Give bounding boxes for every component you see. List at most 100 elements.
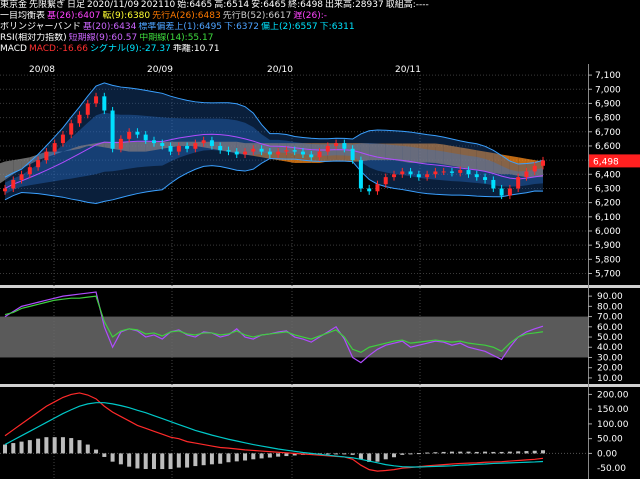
macd-histogram-bar <box>135 453 140 469</box>
candle-body <box>209 140 214 146</box>
macd-histogram-bar <box>185 453 190 468</box>
macd-tick-label: 50.00 <box>597 435 623 445</box>
macd-histogram-bar <box>127 453 132 467</box>
candle-body <box>267 151 272 155</box>
price-tick-label: 6,100 <box>595 213 621 223</box>
macd-histogram-bar <box>441 451 446 454</box>
candle-body <box>27 167 32 175</box>
legend-line-bollinger: ボリンジャーバンド 基(20):6434 標準偏差上(1):6495 下:6372 偏上… <box>0 22 640 33</box>
chart-canvas[interactable]: 5,700 5,800 5,900 6,000 6,100 6,200 6,300 6,400… <box>0 0 640 479</box>
candle-body <box>3 188 7 192</box>
close-value: 終:6498 <box>288 0 324 10</box>
macd-signal: シグナル(9):-27.37 <box>90 44 171 54</box>
candle-body <box>85 103 90 115</box>
macd-histogram-bar <box>102 453 107 457</box>
candle-body <box>201 140 206 144</box>
macd-histogram-bar <box>243 453 248 461</box>
macd-histogram-bar <box>408 453 413 455</box>
candle-body <box>60 134 65 144</box>
bollinger-up2: 偏上(2):6557 <box>260 22 318 32</box>
rsi-mid: 中期線(14):55.17 <box>139 33 214 43</box>
candle-body <box>11 179 16 189</box>
macd-tick-label: 100.00 <box>597 420 629 430</box>
candle-body <box>367 188 372 192</box>
date-tick-label: 20/09 <box>147 65 173 75</box>
macd-histogram-bar <box>151 453 156 470</box>
macd-histogram-bar <box>36 438 41 454</box>
rsi-tick-label: 40.00 <box>597 343 623 353</box>
ichimoku-span-b: 先行B(52):6617 <box>222 11 292 21</box>
macd-label: MACD <box>0 44 27 54</box>
macd-histogram-bar <box>532 450 537 454</box>
rsi-tick-label: 60.00 <box>597 323 623 333</box>
quote-date: 2020/11/09 <box>87 0 139 10</box>
price-tick-label: 6,900 <box>595 99 621 109</box>
bollinger-up1: 標準偏差上(1):6495 <box>138 22 223 32</box>
macd-histogram-bar <box>383 453 388 460</box>
candle-body <box>425 174 430 178</box>
candle-body <box>218 145 223 151</box>
candle-body <box>524 171 529 178</box>
macd-histogram-bar <box>110 453 115 462</box>
macd-histogram-bar <box>276 453 281 457</box>
rsi-tick-label: 30.00 <box>597 353 623 363</box>
ichimoku-conversion: 転(9):6380 <box>102 11 151 21</box>
rsi-tick-label: 50.00 <box>597 333 623 343</box>
macd-histogram-bar <box>449 451 454 454</box>
rsi-tick-label: 20.00 <box>597 364 623 374</box>
macd-histogram-bar <box>201 453 206 466</box>
candle-body <box>375 184 380 192</box>
macd-histogram-bar <box>433 452 438 454</box>
candle-body <box>69 123 74 135</box>
macd-histogram-bar <box>27 440 32 454</box>
candle-body <box>491 179 496 189</box>
candle-body <box>94 96 99 104</box>
candle-body <box>541 160 545 166</box>
candle-body <box>350 148 355 161</box>
candle-body <box>416 174 421 178</box>
candle-body <box>44 151 49 161</box>
candle-body <box>243 151 248 155</box>
macd-histogram-bar <box>85 444 90 454</box>
legend-line-ichimoku: 一目均衡表 基(26):6407 転(9):6380 先行A(26):6483 先行B(… <box>0 11 640 22</box>
macd-histogram-bar <box>541 450 545 454</box>
macd-histogram-bar <box>176 453 181 468</box>
candle-body <box>474 174 479 178</box>
bollinger-dn1: 下:6372 <box>224 22 259 32</box>
period-label: 日足 <box>67 0 86 10</box>
candle-body <box>118 138 123 149</box>
candle-body <box>292 150 297 152</box>
candle-body <box>507 188 512 196</box>
candle-body <box>433 171 438 175</box>
contract-name: 先限繋ぎ <box>29 0 66 10</box>
macd-histogram-bar <box>466 451 471 454</box>
legend-line-macd: MACD MACD:-16.66 シグナル(9):-27.37 乖離:10.71 <box>0 44 640 55</box>
market-name: 東京金 <box>0 0 28 10</box>
candle-body <box>259 148 264 152</box>
candle-body <box>234 151 239 155</box>
macd-histogram-bar <box>52 437 57 454</box>
candle-body <box>193 143 198 149</box>
legend-line-rsi: RSI(相対力指数) 短期線(9):60.57 中期線(14):55.17 <box>0 33 640 44</box>
rsi-label: RSI(相対力指数) <box>0 33 67 43</box>
macd-tick-label: 200.00 <box>597 390 629 400</box>
candle-body <box>110 110 115 149</box>
macd-histogram-bar <box>284 453 289 457</box>
candle-body <box>309 154 314 158</box>
macd-value: MACD:-16.66 <box>28 44 89 54</box>
volume-value: 出来高:28937 <box>325 0 384 10</box>
macd-histogram-bar <box>234 453 239 462</box>
indicator-legend: 東京金 先限繋ぎ 日足 2020/11/09 202110 始:6465 高:6514 安:6… <box>0 0 640 64</box>
macd-histogram-bar <box>218 453 223 464</box>
macd-histogram-bar <box>44 437 49 454</box>
candle-body <box>441 171 446 173</box>
candle-body <box>168 145 173 152</box>
price-tick-label: 6,200 <box>595 199 621 209</box>
candle-body <box>408 171 413 175</box>
macd-histogram-bar <box>334 453 339 455</box>
macd-histogram-bar <box>168 453 173 470</box>
price-tick-label: 7,100 <box>595 71 621 81</box>
price-tick-label: 6,700 <box>595 128 621 138</box>
contract-month: 202110 <box>140 0 176 10</box>
candle-body <box>334 143 339 146</box>
